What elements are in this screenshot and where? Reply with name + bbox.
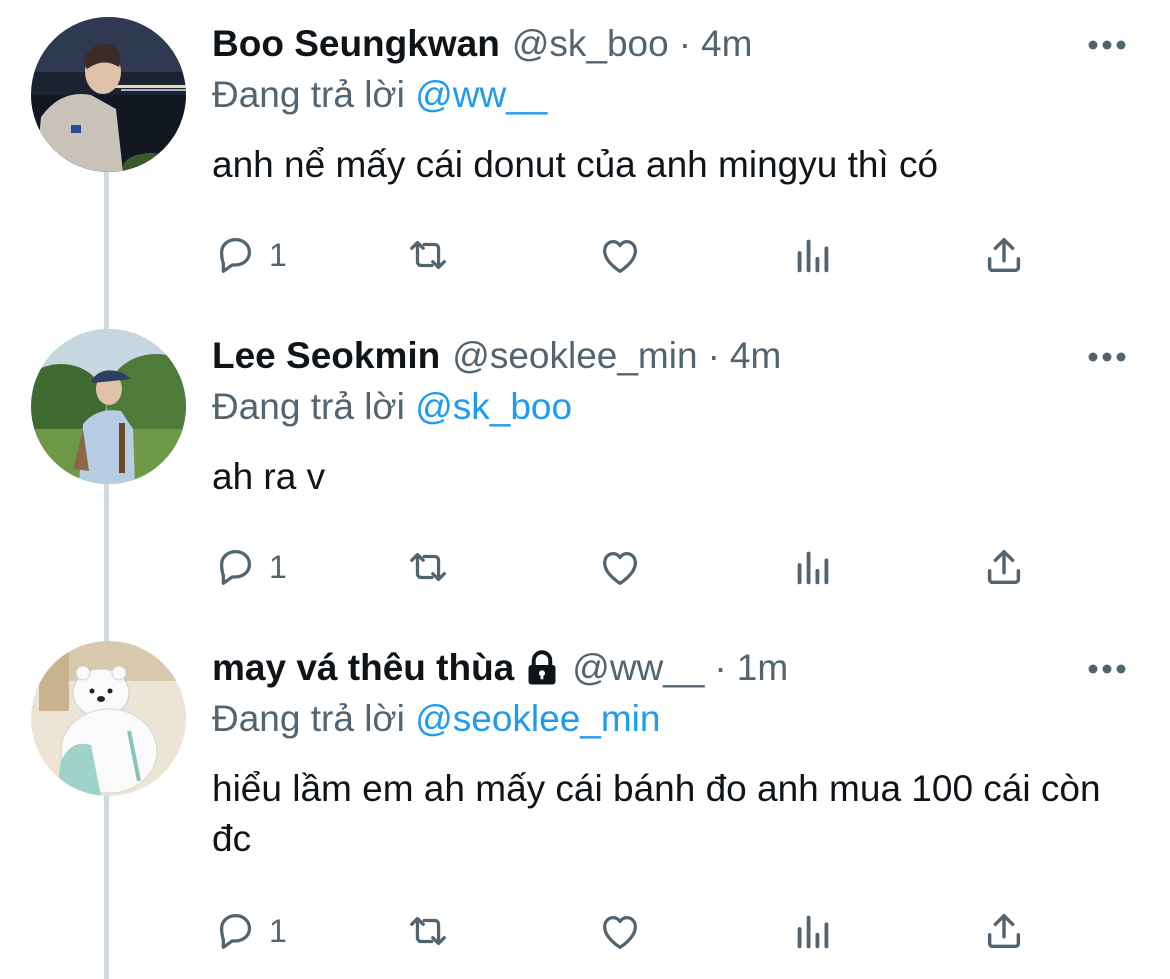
lock-icon	[528, 650, 556, 685]
retweet-icon	[410, 240, 446, 270]
timestamp[interactable]: 1m	[737, 647, 788, 689]
tweet[interactable]: Lee Seokmin @seoklee_min · 4m Đang trả l…	[0, 312, 1170, 624]
user-handle[interactable]: @sk_boo	[512, 23, 669, 65]
like-icon	[603, 915, 637, 949]
separator-dot: ·	[714, 647, 727, 688]
tweet-text: ah ra v	[212, 456, 326, 497]
replying-to: Đang trả lời @ww__	[212, 74, 547, 116]
avatar[interactable]	[31, 17, 186, 172]
tweet[interactable]: Boo Seungkwan @sk_boo · 4m Đang trả lời …	[0, 0, 1170, 312]
display-name[interactable]: Boo Seungkwan	[212, 23, 500, 65]
reply-button[interactable]: 1	[213, 542, 287, 592]
reply-button[interactable]: 1	[213, 906, 287, 956]
reply-mention-link[interactable]: @seoklee_min	[415, 698, 660, 739]
replying-to-label: Đang trả lời	[212, 386, 405, 427]
replying-to-label: Đang trả lời	[212, 698, 405, 739]
retweet-button[interactable]	[405, 542, 451, 592]
reply-button[interactable]: 1	[213, 230, 287, 280]
tweet-actions: 1	[0, 230, 1170, 280]
like-button[interactable]	[597, 230, 643, 280]
tweet[interactable]: may vá thêu thùa @ww__ · 1m Đang trả lời…	[0, 624, 1170, 979]
reply-count: 1	[269, 236, 287, 273]
share-icon	[987, 549, 1021, 585]
analytics-icon	[797, 915, 829, 949]
user-handle[interactable]: @seoklee_min	[452, 335, 697, 377]
retweet-icon	[410, 916, 446, 946]
share-button[interactable]	[981, 906, 1027, 956]
replying-to-label: Đang trả lời	[212, 74, 405, 115]
reply-icon	[219, 914, 252, 949]
display-name[interactable]: may vá thêu thùa	[212, 647, 514, 689]
tweet-header: Lee Seokmin @seoklee_min · 4m	[212, 330, 781, 382]
analytics-icon	[797, 239, 829, 273]
share-icon	[987, 913, 1021, 949]
share-button[interactable]	[981, 542, 1027, 592]
retweet-button[interactable]	[405, 906, 451, 956]
reply-icon	[219, 550, 252, 585]
like-icon	[603, 551, 637, 585]
separator-dot: ·	[678, 23, 692, 64]
timestamp[interactable]: 4m	[701, 23, 752, 65]
reply-icon	[219, 238, 252, 273]
tweet-header: may vá thêu thùa @ww__ · 1m	[212, 642, 788, 694]
analytics-icon	[797, 551, 829, 585]
analytics-button[interactable]	[790, 906, 836, 956]
reply-count: 1	[269, 548, 287, 585]
reply-count: 1	[269, 912, 287, 949]
timestamp[interactable]: 4m	[730, 335, 781, 377]
share-button[interactable]	[981, 230, 1027, 280]
separator-dot: ·	[707, 335, 720, 376]
retweet-button[interactable]	[405, 230, 451, 280]
more-icon[interactable]	[1086, 662, 1128, 676]
like-icon	[603, 239, 637, 273]
reply-mention-link[interactable]: @ww__	[415, 74, 547, 115]
tweet-actions: 1	[0, 906, 1170, 956]
replying-to: Đang trả lời @sk_boo	[212, 386, 572, 428]
display-name[interactable]: Lee Seokmin	[212, 335, 440, 377]
analytics-button[interactable]	[790, 542, 836, 592]
avatar[interactable]	[31, 641, 186, 796]
like-button[interactable]	[597, 906, 643, 956]
user-handle[interactable]: @ww__	[572, 647, 704, 689]
share-icon	[987, 237, 1021, 273]
replying-to: Đang trả lời @seoklee_min	[212, 698, 660, 740]
analytics-button[interactable]	[790, 230, 836, 280]
avatar[interactable]	[31, 329, 186, 484]
more-icon[interactable]	[1086, 38, 1128, 52]
more-icon[interactable]	[1086, 350, 1128, 364]
tweet-actions: 1	[0, 542, 1170, 592]
tweet-header: Boo Seungkwan @sk_boo · 4m	[212, 18, 752, 70]
tweet-text: anh nể mấy cái donut của anh mingyu thì …	[212, 144, 939, 185]
reply-mention-link[interactable]: @sk_boo	[415, 386, 572, 427]
like-button[interactable]	[597, 542, 643, 592]
retweet-icon	[410, 552, 446, 582]
tweet-text: hiểu lầm em ah mấy cái bánh đo anh mua 1…	[212, 768, 1101, 859]
